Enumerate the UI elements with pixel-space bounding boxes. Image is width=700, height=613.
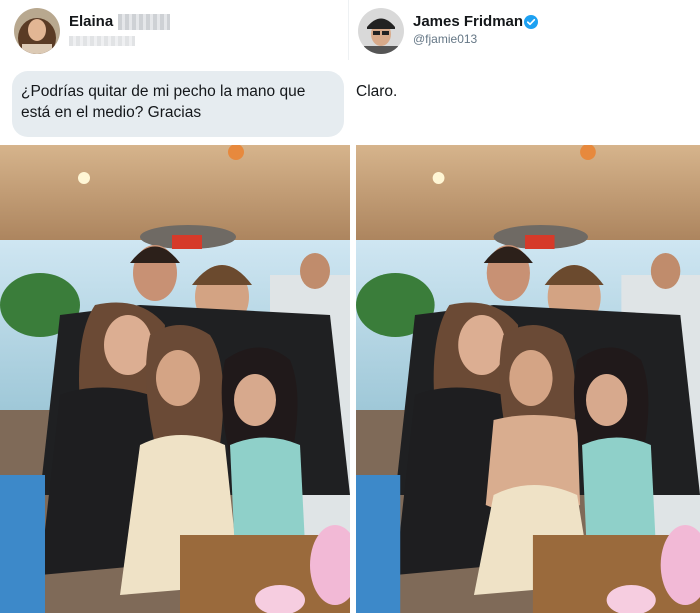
- redacted-handle: [69, 36, 135, 46]
- elaina-display-name[interactable]: Elaina: [69, 13, 113, 30]
- reply-message-text: Claro.: [356, 83, 398, 100]
- elaina-avatar[interactable]: [14, 8, 60, 54]
- group-photo-original[interactable]: [0, 145, 350, 613]
- group-photo-edited[interactable]: [356, 145, 700, 613]
- james-fridman-avatar[interactable]: [358, 8, 404, 54]
- james-fridman-display-name[interactable]: James Fridman: [413, 13, 523, 30]
- header-divider: [348, 0, 349, 60]
- redacted-surname: [118, 14, 170, 30]
- request-message-text: ¿Podrías quitar de mi pecho la mano que …: [21, 83, 306, 121]
- james-fridman-handle[interactable]: @fjamie013: [413, 32, 477, 46]
- verified-badge-icon: [524, 15, 538, 29]
- request-message-bubble: ¿Podrías quitar de mi pecho la mano que …: [12, 71, 344, 137]
